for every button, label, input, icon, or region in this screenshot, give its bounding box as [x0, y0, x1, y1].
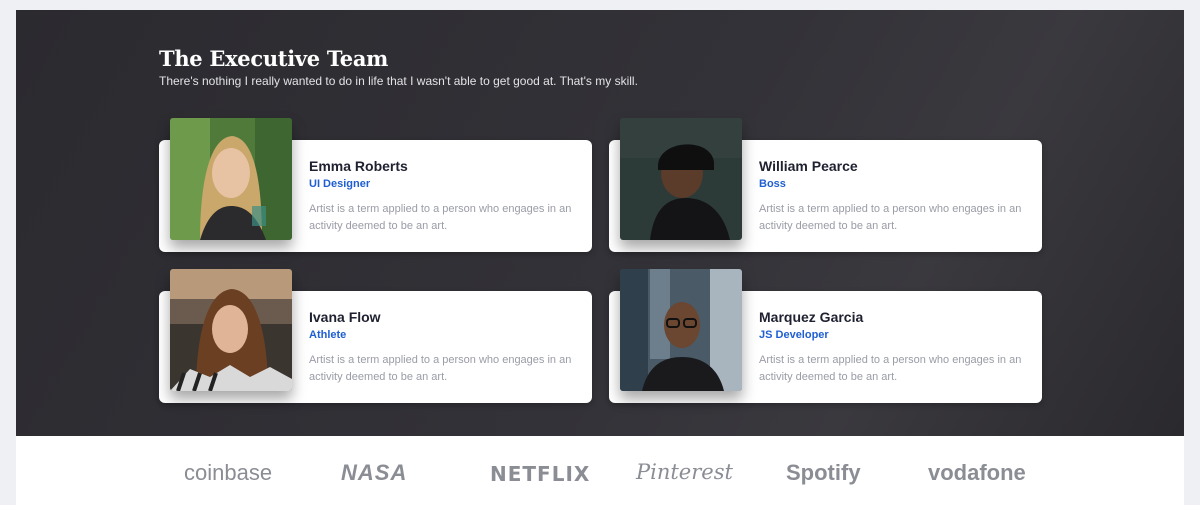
member-name: Ivana Flow	[309, 309, 381, 325]
section-subtitle: There's nothing I really wanted to do in…	[159, 74, 638, 88]
team-photo-emma-roberts	[170, 118, 292, 240]
member-description: Artist is a term applied to a person who…	[309, 354, 572, 383]
member-name: William Pearce	[759, 158, 858, 174]
page-frame: The Executive Team There's nothing I rea…	[16, 10, 1184, 505]
member-role: UI Designer	[309, 178, 371, 190]
team-card-ivana-flow[interactable]: Ivana Flow Athlete Artist is a term appl…	[159, 269, 592, 403]
team-photo-william-pearce	[620, 118, 742, 240]
member-name: Emma Roberts	[309, 158, 408, 174]
client-logos: coinbase NASA NETFLIX Pinterest Spotify …	[16, 446, 1184, 505]
team-photo-ivana-flow	[170, 269, 292, 391]
pinterest-logo: Pinterest	[636, 460, 733, 484]
member-description: Artist is a term applied to a person who…	[759, 354, 1022, 383]
nasa-logo: NASA	[341, 460, 408, 485]
spotify-logo: Spotify	[786, 460, 861, 485]
member-description: Artist is a term applied to a person who…	[309, 203, 572, 232]
member-role: JS Developer	[759, 329, 829, 341]
netflix-logo: NETFLIX	[490, 462, 591, 486]
executive-team-section: The Executive Team There's nothing I rea…	[16, 10, 1184, 436]
coinbase-logo: coinbase	[184, 460, 273, 485]
team-card-william-pearce[interactable]: William Pearce Boss Artist is a term app…	[609, 118, 1042, 252]
team-card-marquez-garcia[interactable]: Marquez Garcia JS Developer Artist is a …	[609, 269, 1042, 403]
vodafone-logo: vodafone	[928, 460, 1026, 485]
section-title: The Executive Team	[159, 46, 389, 71]
team-photo-marquez-garcia	[620, 269, 742, 391]
team-card-emma-roberts[interactable]: Emma Roberts UI Designer Artist is a ter…	[159, 118, 592, 252]
member-name: Marquez Garcia	[759, 309, 864, 325]
member-role: Boss	[759, 178, 786, 190]
member-role: Athlete	[309, 329, 347, 341]
member-description: Artist is a term applied to a person who…	[759, 203, 1022, 232]
